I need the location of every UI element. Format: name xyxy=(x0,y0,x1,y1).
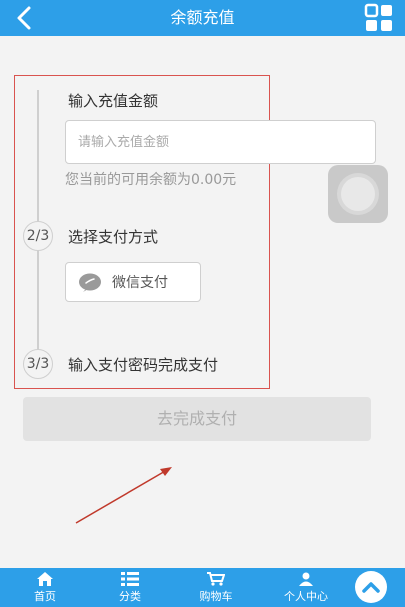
step-2-number: 2/3 xyxy=(23,221,53,251)
floating-assist-button[interactable] xyxy=(328,165,388,223)
amount-input[interactable] xyxy=(65,120,376,164)
list-icon xyxy=(121,571,139,586)
home-icon xyxy=(37,571,53,586)
step-3-number: 3/3 xyxy=(23,349,53,379)
bottom-tab-bar: 首页 分类 购物车 个人中心 xyxy=(0,568,405,607)
complete-payment-button[interactable]: 去完成支付 xyxy=(23,397,371,441)
wechat-pay-label: 微信支付 xyxy=(112,275,168,291)
chevron-up-icon xyxy=(362,582,380,593)
tab-cart-label: 购物车 xyxy=(199,589,233,603)
tab-category-label: 分类 xyxy=(119,589,141,603)
tab-home-label: 首页 xyxy=(34,589,56,603)
step-1-title: 输入充值金额 xyxy=(68,92,159,110)
grid-icon xyxy=(364,3,392,31)
app-header: 余额充值 xyxy=(0,0,405,36)
scroll-top-button[interactable] xyxy=(355,571,387,603)
grid-menu-button[interactable] xyxy=(361,0,397,36)
tab-cart[interactable]: 购物车 xyxy=(186,568,246,607)
tab-profile[interactable]: 个人中心 xyxy=(276,568,336,607)
step-2-title: 选择支付方式 xyxy=(68,228,159,246)
assist-circle-icon xyxy=(341,177,375,211)
tab-profile-label: 个人中心 xyxy=(284,589,328,603)
step-3-title: 输入支付密码完成支付 xyxy=(68,356,219,374)
user-icon xyxy=(299,572,313,586)
cart-icon xyxy=(207,571,225,586)
balance-note: 您当前的可用余额为0.00元 xyxy=(65,172,237,188)
tab-home[interactable]: 首页 xyxy=(15,568,75,607)
tab-category[interactable]: 分类 xyxy=(100,568,160,607)
wechat-pay-option[interactable]: 微信支付 xyxy=(65,262,201,302)
page-title: 余额充值 xyxy=(170,8,235,27)
wechat-icon xyxy=(79,273,101,292)
